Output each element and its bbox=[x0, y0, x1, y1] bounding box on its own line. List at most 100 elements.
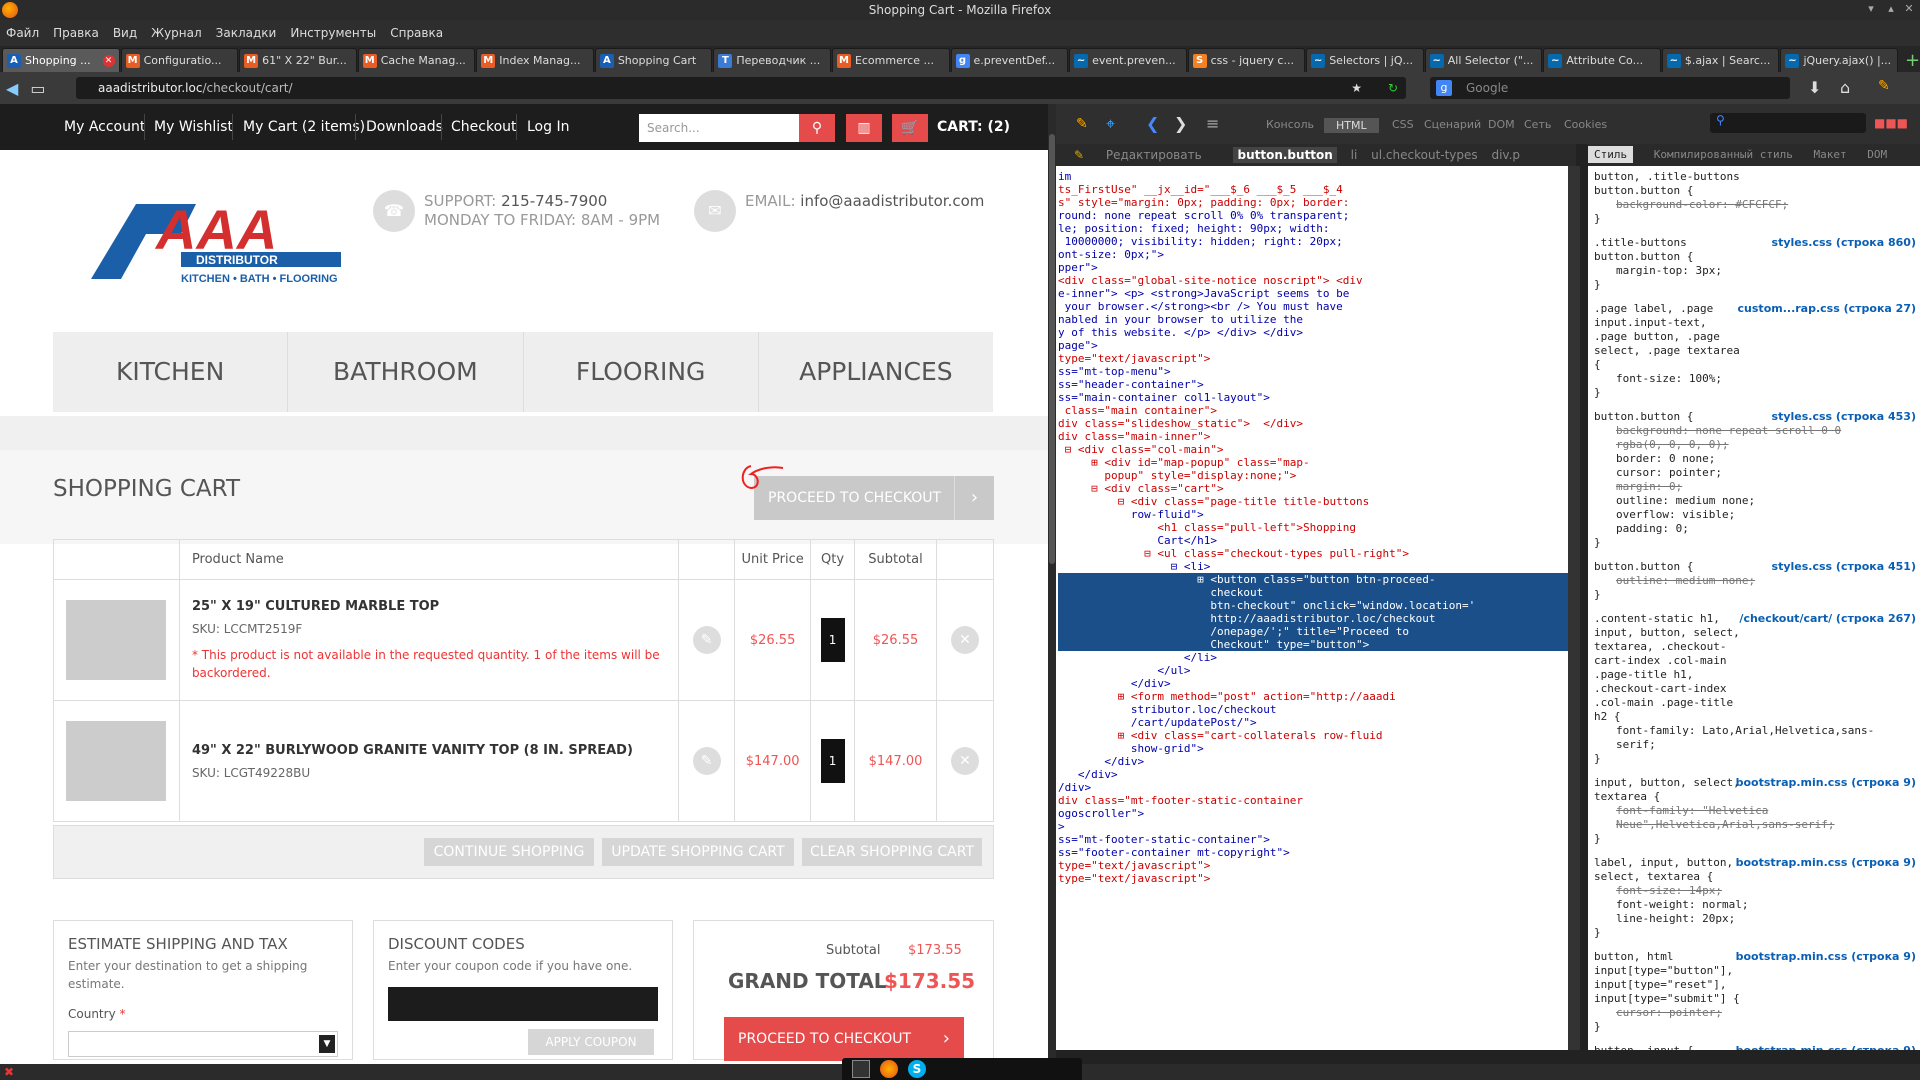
tab-html[interactable]: HTML bbox=[1324, 118, 1379, 133]
css-property[interactable]: outline: medium none; bbox=[1594, 574, 1914, 588]
css-source-link[interactable]: bootstrap.min.css (строка 9) bbox=[1736, 776, 1916, 790]
tab-css-dom[interactable]: DOM bbox=[1867, 148, 1887, 161]
css-source-link[interactable]: custom...rap.css (строка 27) bbox=[1738, 302, 1916, 316]
html-tree-line[interactable]: ts_FirstUse" __jx__id="___$_6 ___$_5 ___… bbox=[1058, 183, 1568, 196]
inspect-icon[interactable]: ⌖ bbox=[1106, 114, 1115, 134]
product-name[interactable]: 49" X 22" BURLYWOOD GRANITE VANITY TOP (… bbox=[192, 743, 666, 758]
tab-script[interactable]: Сценарий bbox=[1424, 118, 1481, 131]
tab-translator[interactable]: T Переводчик ... bbox=[713, 48, 831, 72]
firefox-taskbar-icon[interactable] bbox=[880, 1060, 898, 1078]
html-tree-line[interactable]: stributor.loc/checkout bbox=[1058, 703, 1568, 716]
firebug-search-input[interactable]: ⚲ bbox=[1710, 113, 1866, 133]
html-tree-line[interactable]: /div> bbox=[1058, 781, 1568, 794]
tab-css[interactable]: CSS bbox=[1392, 118, 1414, 131]
list-icon[interactable]: ≡ bbox=[1206, 114, 1219, 133]
css-property[interactable]: font-family: Lato,Arial,Helvetica,sans- bbox=[1594, 724, 1914, 738]
tab-cookies[interactable]: Cookies bbox=[1564, 118, 1607, 131]
search-engine-box[interactable]: g Google bbox=[1430, 77, 1790, 99]
css-source-link[interactable]: bootstrap.min.css (строка 9) bbox=[1736, 950, 1916, 964]
update-cart-button[interactable]: UPDATE SHOPPING CART bbox=[602, 838, 794, 866]
log-in-link[interactable]: Log In bbox=[527, 119, 569, 135]
html-tree-line[interactable]: /onepage/';" title="Proceed to bbox=[1058, 625, 1568, 638]
html-tree-line[interactable]: ss="header-container"> bbox=[1058, 378, 1568, 391]
css-property[interactable]: padding: 0; bbox=[1594, 522, 1914, 536]
css-source-link[interactable]: styles.css (строка 451) bbox=[1772, 560, 1916, 574]
html-tree-line[interactable]: popup" style="display:none;"> bbox=[1058, 469, 1568, 482]
menu-view[interactable]: Вид bbox=[113, 26, 137, 40]
product-thumbnail[interactable] bbox=[66, 721, 167, 801]
forward-icon[interactable]: ❯ bbox=[1174, 114, 1187, 133]
tab-all-selector[interactable]: ~ All Selector ("... bbox=[1424, 48, 1543, 72]
breadcrumb-li[interactable]: li bbox=[1351, 148, 1358, 162]
css-source-link[interactable]: /checkout/cart/ (строка 267) bbox=[1739, 612, 1916, 626]
css-rule[interactable]: button, input {line-height: normal;}boot… bbox=[1588, 1040, 1920, 1050]
bookmark-star-icon[interactable]: ★ bbox=[1351, 77, 1362, 99]
panel-window-controls-icon[interactable]: ■■■ bbox=[1874, 116, 1908, 130]
back-arrow-icon[interactable]: ◀ bbox=[6, 79, 18, 98]
country-select[interactable]: ▼ bbox=[68, 1031, 338, 1057]
download-icon[interactable]: ⬇ bbox=[1808, 78, 1821, 97]
coupon-input[interactable] bbox=[388, 987, 658, 1021]
html-tree-line[interactable]: /cart/updatePost/"> bbox=[1058, 716, 1568, 729]
html-tree-line[interactable]: ss="mt-top-menu"> bbox=[1058, 365, 1568, 378]
url-bar[interactable]: aaadistributor.loc/checkout/cart/ ★ ↻ bbox=[76, 77, 1406, 99]
remove-icon[interactable]: ✕ bbox=[950, 626, 979, 654]
firebug-icon[interactable]: ✎ bbox=[1076, 116, 1088, 132]
html-panel-scrollbar[interactable] bbox=[1568, 166, 1580, 1050]
breadcrumb-div[interactable]: div.p bbox=[1491, 148, 1520, 162]
html-tree-line[interactable]: round: none repeat scroll 0% 0% transpar… bbox=[1058, 209, 1568, 222]
css-rule[interactable]: button.button {background: none repeat s… bbox=[1588, 406, 1920, 556]
html-tree-panel[interactable]: im ts_FirstUse" __jx__id="___$_6 ___$_5 _… bbox=[1056, 166, 1568, 1050]
category-bathroom[interactable]: BATHROOM bbox=[288, 332, 524, 412]
status-error-icon[interactable]: ✖ bbox=[4, 1065, 14, 1079]
html-tree-line[interactable]: ⊞ <form method="post" action="http://aaa… bbox=[1058, 690, 1568, 703]
category-kitchen[interactable]: KITCHEN bbox=[53, 332, 289, 412]
tab-computed[interactable]: Компилированный стиль bbox=[1654, 148, 1793, 161]
html-tree-line[interactable]: ss="main-container col1-layout"> bbox=[1058, 391, 1568, 404]
html-tree-line[interactable]: class="main container"> bbox=[1058, 404, 1568, 417]
menu-help[interactable]: Справка bbox=[390, 26, 443, 40]
tab-ecommerce[interactable]: M Ecommerce ... bbox=[831, 48, 950, 72]
cart-count-label[interactable]: CART: (2) bbox=[937, 119, 1010, 135]
continue-shopping-button[interactable]: CONTINUE SHOPPING bbox=[424, 838, 594, 866]
checkout-link[interactable]: Checkout bbox=[451, 119, 517, 135]
tab-selectors[interactable]: ~ Selectors | jQ... bbox=[1306, 48, 1424, 72]
maximize-icon[interactable]: ▴ bbox=[1884, 2, 1898, 16]
css-property[interactable]: margin: 0; bbox=[1594, 480, 1914, 494]
css-property[interactable]: font-size: 100%; bbox=[1594, 372, 1914, 386]
edit-icon[interactable]: ✎ bbox=[692, 747, 721, 775]
clear-cart-button[interactable]: CLEAR SHOPPING CART bbox=[802, 838, 982, 866]
html-tree-line[interactable]: </li> bbox=[1058, 651, 1568, 664]
css-source-link[interactable]: bootstrap.min.css (строка 9) bbox=[1736, 856, 1916, 870]
terminal-icon[interactable] bbox=[852, 1060, 870, 1078]
html-tree-line[interactable]: ⊟ <div class="cart"> bbox=[1058, 482, 1568, 495]
css-property[interactable]: outline: medium none; bbox=[1594, 494, 1914, 508]
css-source-link[interactable]: styles.css (строка 860) bbox=[1772, 236, 1916, 250]
apply-coupon-button[interactable]: APPLY COUPON bbox=[528, 1029, 654, 1055]
tab-css-jquery[interactable]: Scss - jquery c... bbox=[1187, 48, 1306, 72]
menu-file[interactable]: Файл bbox=[6, 26, 39, 40]
page-scrollbar[interactable] bbox=[1048, 104, 1056, 1064]
css-rule[interactable]: .title-buttons button.button {margin-top… bbox=[1588, 232, 1920, 298]
css-property[interactable]: rgba(0, 0, 0, 0); bbox=[1594, 438, 1914, 452]
tab-jquery-ajax[interactable]: ~ jQuery.ajax() |... bbox=[1780, 48, 1898, 72]
proceed-to-checkout-button-top[interactable]: PROCEED TO CHECKOUT › bbox=[754, 476, 994, 520]
css-source-link[interactable]: styles.css (строка 453) bbox=[1772, 410, 1916, 424]
html-tree-line[interactable]: nabled in your browser to utilize the bbox=[1058, 313, 1568, 326]
reload-icon[interactable]: ↻ bbox=[1388, 77, 1398, 99]
skype-icon[interactable]: S bbox=[908, 1060, 926, 1078]
css-property[interactable]: overflow: visible; bbox=[1594, 508, 1914, 522]
html-tree-line[interactable]: type="text/javascript"> bbox=[1058, 352, 1568, 365]
html-tree-line[interactable]: </div> bbox=[1058, 768, 1568, 781]
compare-chart-icon[interactable]: ▥ bbox=[846, 114, 882, 142]
html-tree-line[interactable]: ⊟ <li> bbox=[1058, 560, 1568, 573]
html-tree-line[interactable]: ss="mt-footer-static-container"> bbox=[1058, 833, 1568, 846]
tab-configuration[interactable]: M Configuratio... bbox=[120, 48, 239, 72]
html-tree-line[interactable]: btn-checkout" onclick="window.location=' bbox=[1058, 599, 1568, 612]
category-appliances[interactable]: APPLIANCES bbox=[759, 332, 993, 412]
css-rule[interactable]: label, input, button, select, textarea {… bbox=[1588, 852, 1920, 946]
html-tree-line[interactable]: your browser.</strong><br /> You must ha… bbox=[1058, 300, 1568, 313]
category-flooring[interactable]: FLOORING bbox=[524, 332, 759, 412]
html-tree-line[interactable]: type="text/javascript"> bbox=[1058, 872, 1568, 885]
html-tree-line[interactable]: ont-size: 0px;"> bbox=[1058, 248, 1568, 261]
